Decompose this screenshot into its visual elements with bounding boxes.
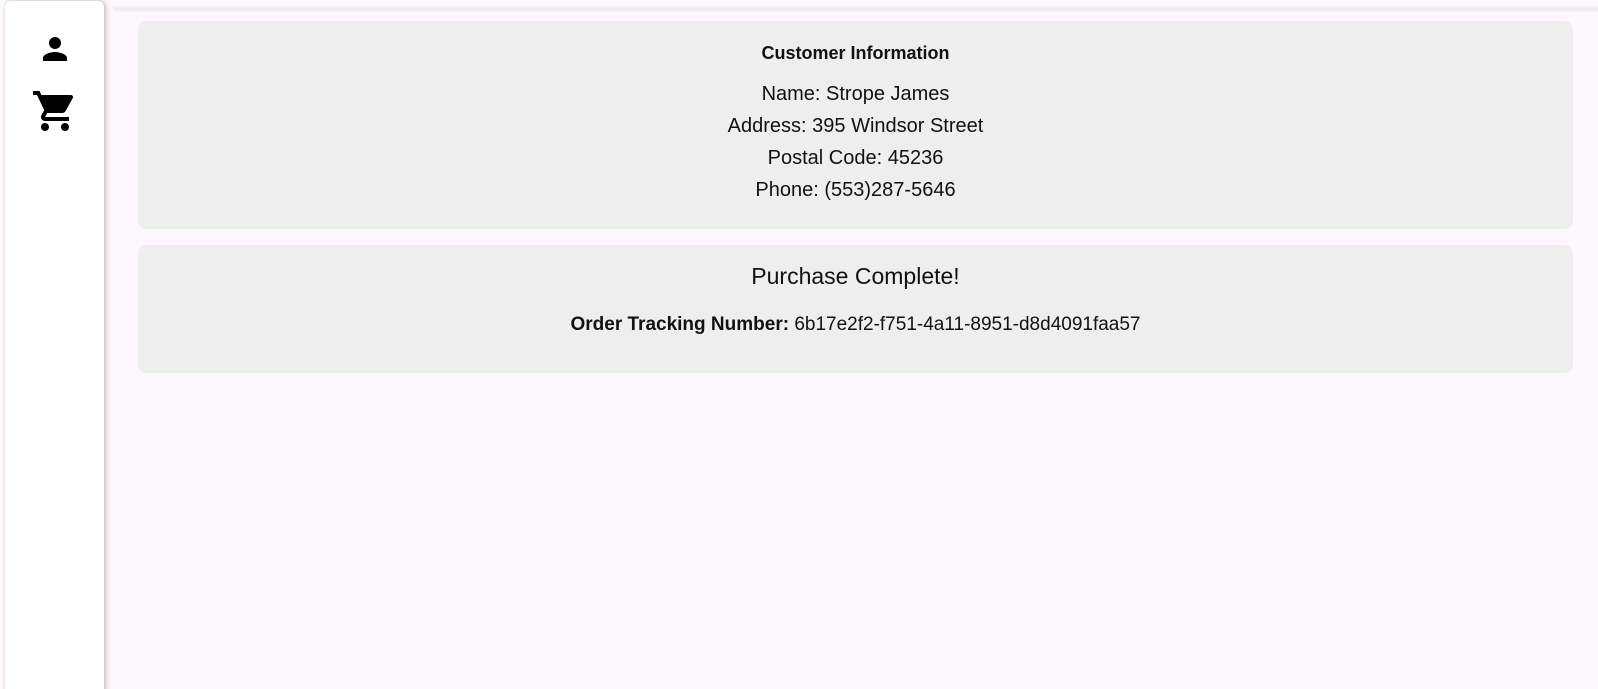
customer-address: Address: 395 Windsor Street — [727, 115, 984, 137]
cart-nav-button[interactable] — [31, 87, 79, 135]
customer-info-card: Customer Information Name: Strope James … — [138, 21, 1573, 229]
customer-phone: Phone: (553)287-5646 — [755, 179, 956, 201]
profile-nav-button[interactable] — [31, 25, 79, 73]
app-root: Customer Information Name: Strope James … — [0, 0, 1598, 689]
app-bar-shadow — [112, 0, 1598, 12]
tracking-label: Order Tracking Number: — [570, 314, 790, 335]
navigation-rail — [5, 1, 104, 689]
customer-info-title: Customer Information — [761, 43, 950, 63]
purchase-complete-card: Purchase Complete! Order Tracking Number… — [138, 245, 1573, 373]
order-tracking: Order Tracking Number: 6b17e2f2-f751-4a1… — [138, 314, 1573, 336]
shopping-cart-icon — [32, 91, 73, 131]
customer-postal-code: Postal Code: 45236 — [767, 147, 944, 169]
customer-name: Name: Strope James — [761, 83, 950, 105]
tracking-number: 6b17e2f2-f751-4a11-8951-d8d4091faa57 — [794, 314, 1141, 335]
purchase-complete-title: Purchase Complete! — [751, 263, 960, 289]
person-icon — [42, 37, 67, 61]
